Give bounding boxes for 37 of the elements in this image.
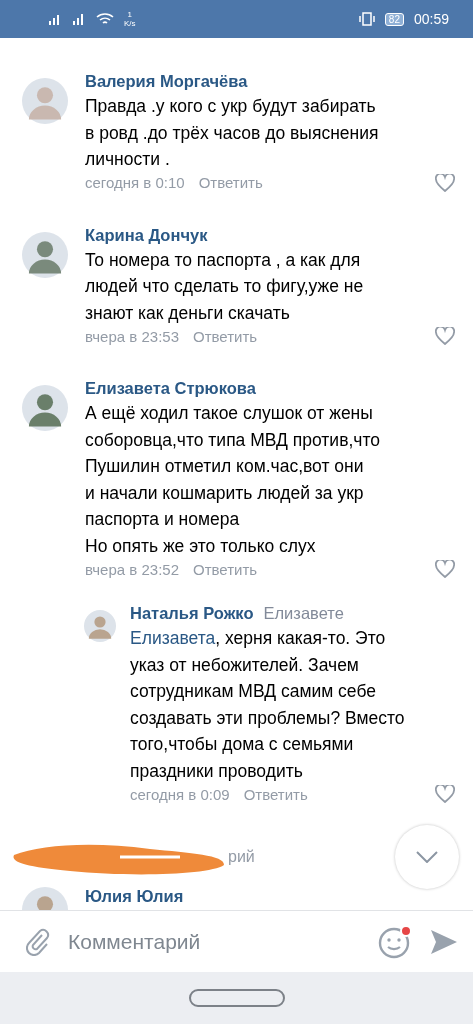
speed-unit: K/s <box>124 19 136 28</box>
vibrate-icon <box>358 12 375 26</box>
author-name[interactable]: Валерия Моргачёва <box>85 72 248 91</box>
comment-text: Правда .у кого с укр будут забирать в ровд .до трёх часов до выяснения личности . <box>85 95 380 171</box>
comment-time: вчера в 23:52 <box>85 560 179 578</box>
author-name[interactable]: Юлия Юлия <box>85 887 184 906</box>
clock: 00:59 <box>413 11 449 27</box>
avatar[interactable] <box>22 385 68 431</box>
heart-icon[interactable] <box>435 785 455 803</box>
battery-level: 82 <box>384 12 404 26</box>
heart-icon[interactable] <box>435 327 455 345</box>
speed-value: 1 <box>127 10 132 19</box>
signal-icon <box>48 13 62 25</box>
home-handle[interactable] <box>188 989 285 1007</box>
comment-time: вчера в 23:53 <box>85 327 179 345</box>
author-name[interactable]: Наталья Рожко <box>130 604 254 623</box>
avatar[interactable] <box>22 78 68 124</box>
author-name[interactable]: Карина Дончук <box>85 225 208 245</box>
comment-time: сегодня в 0:09 <box>130 785 230 803</box>
redacted-text: рий <box>228 848 255 866</box>
comment-text: А ещё ходил такое слушок от жены соборовца,что типа МВД против,что Пушилин отметил ком.час,вот они и начали кошмарить людей за укр паспорта и номера Но опять же это только слух <box>85 402 381 558</box>
chevron-down-icon <box>416 851 438 863</box>
avatar[interactable] <box>84 610 116 642</box>
paperclip-icon[interactable] <box>26 927 50 956</box>
reply-to-name[interactable]: Елизавете <box>263 604 344 623</box>
avatar[interactable] <box>22 231 68 278</box>
author-name[interactable]: Елизавета Стрюкова <box>85 379 256 398</box>
heart-icon[interactable] <box>435 560 455 578</box>
comment-text: Елизавета, херня какая-то. Это указ от небожителей. Зачем сотрудникам МВД самим себе создавать эти проблемы? Вместо того,чтобы дома с семьями праздники проводить <box>130 627 406 783</box>
signal-icon <box>72 13 86 25</box>
comment-input[interactable]: Комментарий <box>66 928 361 955</box>
mention-link[interactable]: Елизавета <box>130 628 216 648</box>
wifi-icon <box>96 12 114 26</box>
send-icon[interactable] <box>429 927 459 956</box>
comment-time: сегодня в 0:10 <box>85 174 185 191</box>
comment-text: То номера то паспорта , а как для людей что сделать то фигу,уже не знают как деньги скачать <box>85 248 365 325</box>
heart-icon[interactable] <box>435 173 455 192</box>
